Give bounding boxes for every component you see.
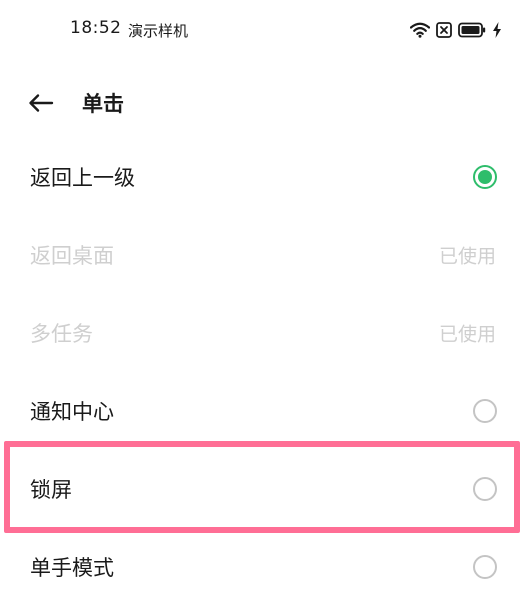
status-bar: 18:52 演示样机 (0, 0, 524, 60)
sim-x-icon (436, 22, 452, 38)
option-label: 锁屏 (30, 478, 72, 502)
status-icons (410, 20, 502, 40)
battery-icon (458, 22, 486, 38)
option-status: 已使用 (438, 245, 496, 268)
arrow-left-icon (29, 94, 54, 112)
option-back[interactable]: 返回上一级 (0, 138, 524, 216)
option-lock-screen[interactable]: 锁屏 (0, 450, 524, 528)
option-label: 通知中心 (30, 400, 114, 424)
option-label: 多任务 (30, 322, 93, 346)
radio-unselected[interactable] (473, 399, 497, 423)
header: 单击 (0, 78, 524, 126)
option-label: 单手模式 (30, 556, 114, 580)
radio-unselected[interactable] (473, 555, 497, 579)
back-button[interactable] (24, 86, 58, 120)
option-label: 返回上一级 (30, 166, 135, 190)
options-list: 返回上一级 返回桌面 已使用 多任务 已使用 通知中心 锁屏 单手模式 (0, 138, 524, 589)
option-status: 已使用 (438, 323, 496, 346)
option-notification-center[interactable]: 通知中心 (0, 372, 524, 450)
status-carrier: 演示样机 (128, 22, 189, 40)
wifi-icon (410, 22, 430, 38)
option-one-hand-mode[interactable]: 单手模式 (0, 528, 524, 589)
radio-selected[interactable] (473, 165, 497, 189)
page-title: 单击 (82, 92, 124, 116)
option-home: 返回桌面 已使用 (0, 216, 524, 294)
option-multitask: 多任务 已使用 (0, 294, 524, 372)
option-label: 返回桌面 (30, 244, 114, 268)
status-time: 18:52 (70, 18, 122, 38)
charging-bolt-icon (493, 22, 501, 38)
radio-unselected[interactable] (473, 477, 497, 501)
